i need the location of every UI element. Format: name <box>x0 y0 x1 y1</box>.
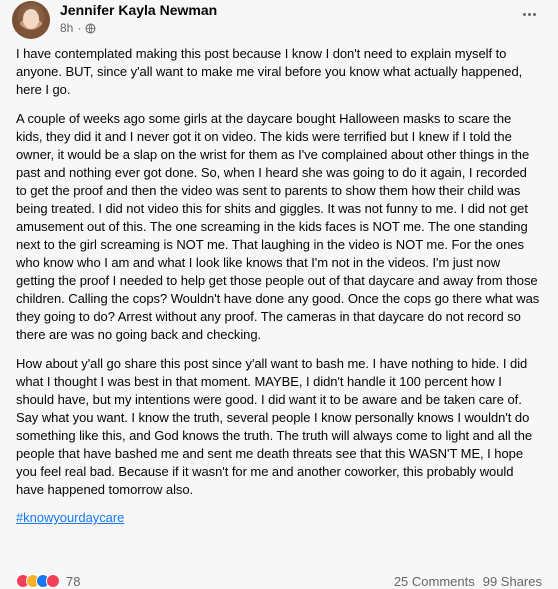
reaction-count: 78 <box>66 573 81 589</box>
post-paragraph: A couple of weeks ago some girls at the … <box>16 111 540 342</box>
post-meta: 8h · <box>60 21 96 35</box>
ellipsis-dot <box>527 12 531 16</box>
author-name[interactable]: Jennifer Kayla Newman <box>60 2 217 18</box>
post-paragraph: I have contemplated making this post bec… <box>16 46 523 97</box>
ellipsis-dot <box>532 12 536 16</box>
author-avatar[interactable] <box>12 1 50 39</box>
love-reaction-icon <box>46 574 60 588</box>
facebook-post: Jennifer Kayla Newman 8h · I have contem… <box>0 0 558 589</box>
post-body: I have contemplated making this post bec… <box>16 45 540 527</box>
ellipsis-dot <box>522 12 526 16</box>
avatar-face <box>23 9 39 29</box>
post-paragraph: How about y'all go share this post since… <box>16 356 533 497</box>
post-timestamp[interactable]: 8h <box>60 21 73 35</box>
ellipsis-icon[interactable] <box>518 7 540 21</box>
globe-icon <box>85 23 96 33</box>
post-footer: 78 25 Comments 99 Shares <box>16 573 542 589</box>
comments-count[interactable]: 25 Comments <box>394 574 475 589</box>
engagement-counts: 25 Comments 99 Shares <box>394 574 542 589</box>
reaction-icons <box>16 574 60 588</box>
reactions-summary[interactable]: 78 <box>16 574 80 589</box>
post-header: Jennifer Kayla Newman 8h · <box>0 0 558 44</box>
hashtag-link[interactable]: #knowyourdaycare <box>16 509 540 527</box>
shares-count[interactable]: 99 Shares <box>483 574 542 589</box>
meta-separator: · <box>77 21 82 35</box>
